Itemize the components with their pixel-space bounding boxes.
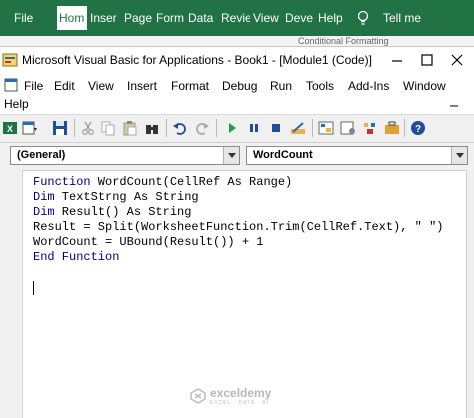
- project-explorer-icon[interactable]: [318, 120, 334, 136]
- svg-text:?: ?: [415, 124, 421, 135]
- toolbar-separator: [216, 119, 217, 137]
- object-combo[interactable]: (General): [10, 146, 240, 165]
- find-icon[interactable]: [144, 120, 160, 136]
- excel-tab-data[interactable]: Data: [188, 8, 218, 28]
- paste-icon[interactable]: [122, 120, 138, 136]
- break-icon[interactable]: [246, 120, 262, 136]
- excel-tab-home[interactable]: Hom: [57, 6, 87, 30]
- reset-icon[interactable]: [268, 120, 284, 136]
- watermark-name: exceldemy: [210, 386, 272, 400]
- vba-app-icon[interactable]: [2, 52, 18, 68]
- excel-tab-page-layout[interactable]: Page: [124, 8, 152, 28]
- menu-edit[interactable]: Edit: [54, 79, 75, 93]
- code-margin-indicator-bar[interactable]: [0, 170, 22, 418]
- excel-tab-help[interactable]: Help: [318, 8, 348, 28]
- insert-module-icon[interactable]: [22, 120, 38, 136]
- menu-help[interactable]: Help: [4, 97, 29, 111]
- exceldemy-logo-icon: [190, 388, 206, 404]
- menu-insert[interactable]: Insert: [127, 79, 157, 93]
- menu-run[interactable]: Run: [270, 79, 292, 93]
- undo-icon[interactable]: [172, 120, 188, 136]
- toolbar-separator: [74, 119, 75, 137]
- code-line-3: Dim Result() As String: [33, 205, 192, 219]
- excel-ribbon-body: [0, 36, 474, 46]
- watermark-tagline: EXCEL · DATA · BI: [210, 400, 270, 406]
- code-editor[interactable]: Function WordCount(CellRef As Range) Dim…: [22, 170, 466, 418]
- save-icon[interactable]: [52, 120, 68, 136]
- vba-menu-bar: File Edit View Insert Format Debug Run T…: [0, 73, 474, 115]
- vba-standard-toolbar: X ?: [0, 115, 474, 143]
- help-icon[interactable]: ?: [410, 120, 426, 136]
- vba-title-bar: Microsoft Visual Basic for Applications …: [0, 47, 474, 73]
- excel-tab-insert[interactable]: Inser: [90, 8, 120, 28]
- menu-window[interactable]: Window: [403, 79, 446, 93]
- toolbox-icon[interactable]: [384, 120, 400, 136]
- toolbar-separator: [312, 119, 313, 137]
- procedure-combo[interactable]: WordCount: [246, 146, 468, 165]
- copy-icon[interactable]: [100, 120, 116, 136]
- conditional-formatting-peek: Conditional Formatting: [298, 36, 389, 46]
- code-window-combos: (General) WordCount: [0, 143, 474, 167]
- maximize-icon[interactable]: [418, 51, 436, 69]
- design-mode-icon[interactable]: [290, 120, 306, 136]
- svg-text:X: X: [7, 124, 13, 134]
- object-browser-icon[interactable]: [362, 120, 378, 136]
- lightbulb-icon[interactable]: [356, 10, 370, 26]
- code-line-6: End Function: [33, 250, 120, 264]
- procedure-combo-value: WordCount: [253, 149, 313, 161]
- close-icon[interactable]: [448, 51, 466, 69]
- cut-icon[interactable]: [80, 120, 96, 136]
- mdi-minimize-icon[interactable]: [448, 98, 460, 110]
- view-excel-icon[interactable]: X: [2, 120, 18, 136]
- code-line-1: Function WordCount(CellRef As Range): [33, 175, 293, 189]
- toolbar-separator: [404, 119, 405, 137]
- code-line-2: Dim TextStrng As String: [33, 190, 199, 204]
- excel-tab-formulas[interactable]: Form: [156, 8, 184, 28]
- menu-debug[interactable]: Debug: [222, 79, 257, 93]
- properties-icon[interactable]: [340, 120, 356, 136]
- tell-me-search[interactable]: Tell me: [383, 8, 421, 28]
- vertical-scrollbar[interactable]: [466, 170, 474, 418]
- toolbar-separator: [166, 119, 167, 137]
- menu-add-ins[interactable]: Add-Ins: [348, 79, 389, 93]
- excel-tab-review[interactable]: Revie: [221, 8, 250, 28]
- excel-ribbon-tabs: File Hom Inser Page Form Data Revie View…: [0, 0, 474, 36]
- menu-view[interactable]: View: [88, 79, 114, 93]
- redo-icon[interactable]: [194, 120, 210, 136]
- menu-file[interactable]: File: [24, 79, 43, 93]
- code-line-5: WordCount = UBound(Result()) + 1: [33, 235, 264, 249]
- chevron-down-icon[interactable]: [223, 147, 239, 164]
- code-line-4: Result = Split(WorksheetFunction.Trim(Ce…: [33, 220, 444, 234]
- menu-format[interactable]: Format: [171, 79, 209, 93]
- excel-tab-developer[interactable]: Deve: [285, 8, 315, 28]
- chevron-down-icon[interactable]: [451, 147, 467, 164]
- module-window-icon[interactable]: [4, 78, 18, 92]
- menu-tools[interactable]: Tools: [306, 79, 334, 93]
- run-icon[interactable]: [224, 120, 240, 136]
- text-cursor: [33, 281, 34, 295]
- minimize-icon[interactable]: [388, 51, 406, 69]
- object-combo-value: (General): [17, 149, 66, 161]
- window-title: Microsoft Visual Basic for Applications …: [22, 53, 372, 67]
- excel-tab-file[interactable]: File: [14, 8, 40, 28]
- excel-tab-view[interactable]: View: [253, 8, 282, 28]
